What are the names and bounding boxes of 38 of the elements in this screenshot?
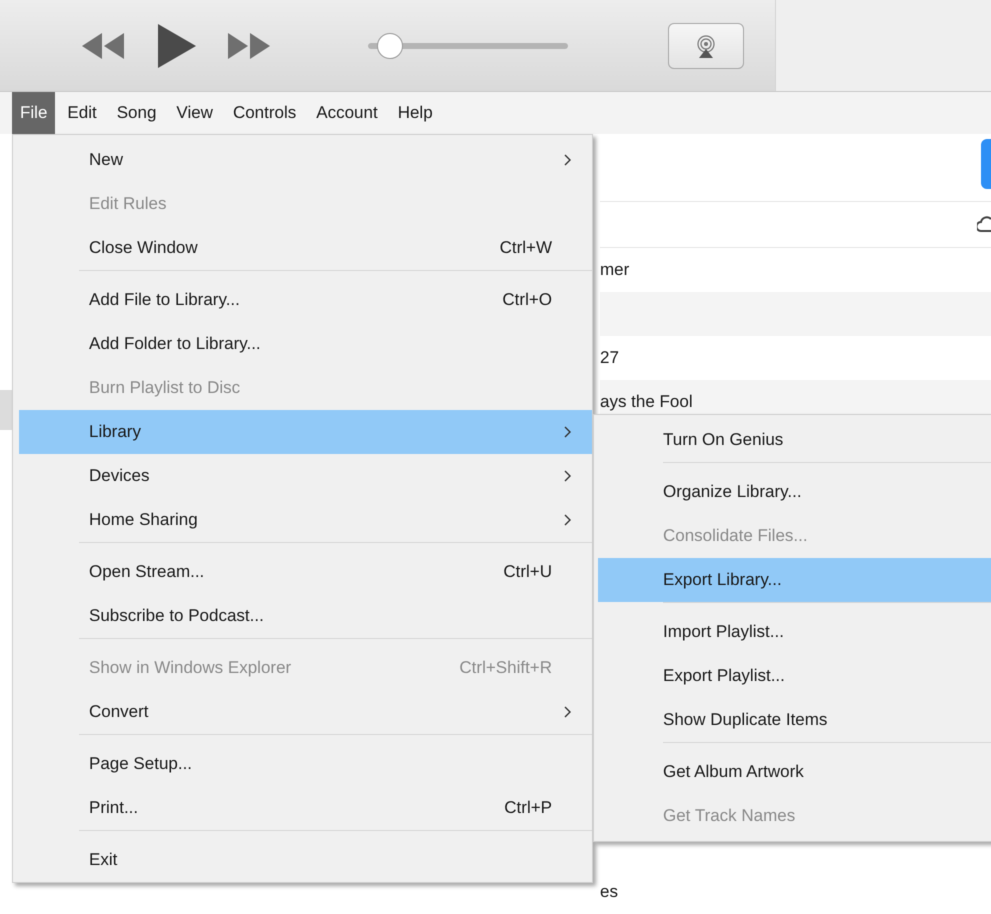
menu-item[interactable]: Page Setup... <box>19 742 592 786</box>
menu-item[interactable]: Exit <box>19 838 592 882</box>
cloud-icon <box>977 214 991 234</box>
song-title: 27 <box>600 347 619 370</box>
sidebar-selection <box>0 390 12 430</box>
menu-item[interactable]: Export Library... <box>598 558 991 602</box>
menu-item[interactable]: Open Stream... Ctrl+U <box>19 550 592 594</box>
play-icon[interactable] <box>158 24 196 68</box>
menu-item[interactable]: Add File to Library... Ctrl+O <box>19 278 592 322</box>
menu-item[interactable]: Close Window Ctrl+W <box>19 226 592 270</box>
airplay-button[interactable] <box>668 22 744 68</box>
menu-bar-item[interactable]: Edit <box>59 92 105 134</box>
menu-item[interactable]: Convert <box>19 690 592 734</box>
volume-slider[interactable] <box>368 32 568 58</box>
menu-bar-item[interactable]: Help <box>390 92 441 134</box>
song-title: mer <box>600 259 630 282</box>
menu-bar-item[interactable]: Song <box>108 92 164 134</box>
menu-bar-item[interactable]: View <box>168 92 221 134</box>
menu-item[interactable]: Add Folder to Library... <box>19 322 592 366</box>
menu-item[interactable]: Get Album Artwork <box>598 750 991 794</box>
menu-item[interactable]: Organize Library... <box>598 470 991 514</box>
menu-item[interactable]: Library <box>19 410 592 454</box>
action-button[interactable] <box>981 139 991 189</box>
menu-bar-item[interactable]: Controls <box>224 92 304 134</box>
rewind-icon[interactable] <box>82 32 124 58</box>
menu-item[interactable]: New <box>19 138 592 182</box>
menu-item[interactable]: Print... Ctrl+P <box>19 786 592 830</box>
menu-bar-item[interactable]: File <box>12 92 56 134</box>
menu-item[interactable]: Home Sharing <box>19 498 592 542</box>
menu-item[interactable]: Subscribe to Podcast... <box>19 594 592 638</box>
menu-item[interactable]: Import Playlist... <box>598 610 991 654</box>
menu-item[interactable]: Show Duplicate Items <box>598 698 991 742</box>
menu-item[interactable]: Devices <box>19 454 592 498</box>
song-title: ays the Fool <box>600 391 693 414</box>
menu-bar-item[interactable]: Account <box>308 92 386 134</box>
fast-forward-icon[interactable] <box>228 32 270 58</box>
song-title: es <box>600 881 618 904</box>
menu-item[interactable]: Export Playlist... <box>598 654 991 698</box>
